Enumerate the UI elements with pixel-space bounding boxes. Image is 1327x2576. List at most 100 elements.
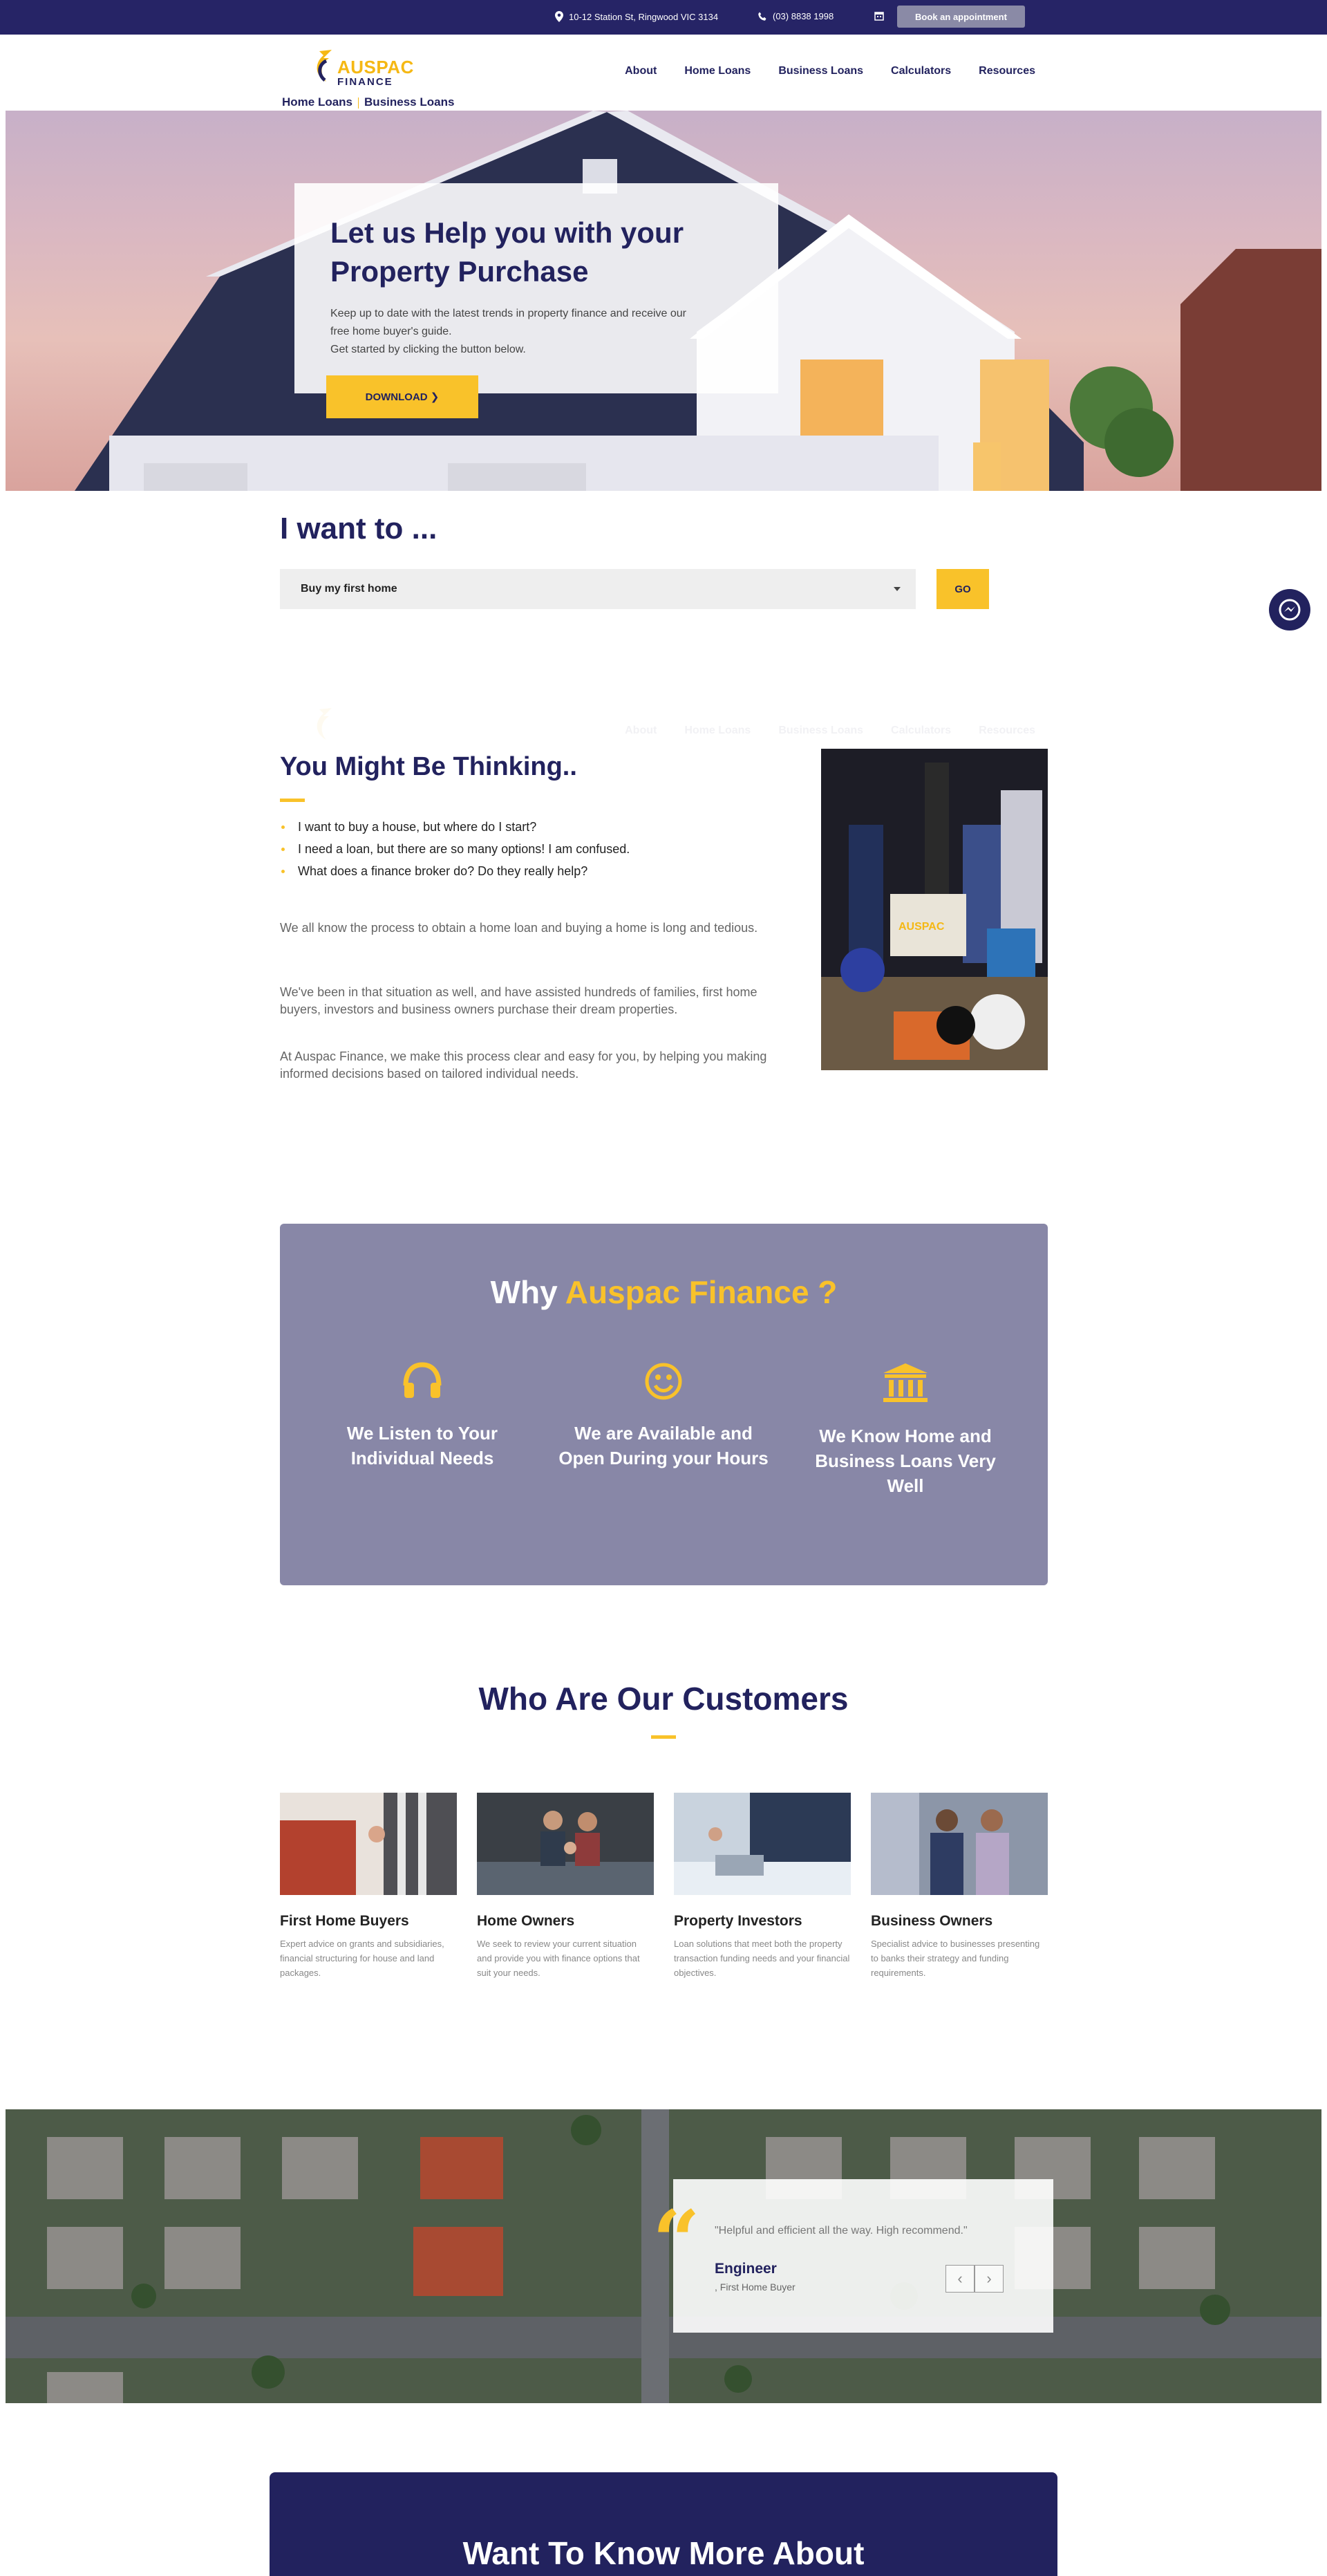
hero-title-line1: Let us Help you with your — [330, 216, 684, 249]
customer-description: Loan solutions that meet both the proper… — [674, 1939, 850, 1978]
faded-nav: About Home Loans Business Loans Calculat… — [625, 725, 1035, 737]
headphones-icon — [403, 1362, 442, 1398]
logo-title: AUSPAC — [337, 57, 414, 77]
main-nav: About Home Loans Business Loans Calculat… — [625, 65, 1035, 77]
customer-name: Property Investors — [674, 1913, 802, 1929]
thinking-paragraph: We all know the process to obtain a home… — [280, 921, 758, 935]
calendar-icon — [874, 12, 884, 21]
logo-link-home-loans[interactable]: Home Loans — [282, 95, 352, 109]
customer-image — [280, 1793, 457, 1895]
customer-image — [477, 1793, 654, 1895]
nav-item-calculators[interactable]: Calculators — [891, 65, 951, 77]
list-item: What does a finance broker do? Do they r… — [280, 860, 630, 882]
go-button[interactable]: GO — [937, 569, 989, 609]
customer-card[interactable]: Business Owners Specialist advice to bus… — [871, 1793, 1048, 1980]
i-want-to-title: I want to ... — [280, 512, 437, 545]
investor-meeting-image — [674, 1793, 851, 1895]
customer-image — [674, 1793, 851, 1895]
testimonial-name: Engineer — [715, 2261, 777, 2277]
cta-title: Want To Know More About — [462, 2535, 865, 2571]
faded-nav-item: Home Loans — [684, 725, 751, 736]
testimonial-section: “ "Helpful and efficient all the way. Hi… — [6, 2109, 1321, 2403]
customer-description: We seek to review your current situation… — [477, 1939, 640, 1978]
messenger-chat-button[interactable] — [1269, 589, 1310, 631]
why-label: We are Available and Open During your Ho… — [558, 1423, 769, 1468]
faded-nav-item: About — [625, 725, 657, 736]
title-underline — [651, 1735, 676, 1739]
why-title-prefix: Why — [490, 1274, 565, 1310]
office-desk-image: AUSPAC — [821, 749, 1048, 1070]
why-column: We are Available and Open During your Ho… — [553, 1362, 774, 1471]
hero-text: Keep up to date with the latest trends i… — [330, 305, 742, 359]
book-appointment-button[interactable]: Book an appointment — [897, 6, 1025, 28]
phone-icon — [758, 12, 766, 21]
address-item: 10-12 Station St, Ringwood VIC 3134 — [555, 11, 718, 22]
why-title-accent: Auspac Finance ? — [565, 1274, 838, 1310]
top-bar: 10-12 Station St, Ringwood VIC 3134 (03)… — [0, 0, 1327, 35]
calendar-item — [874, 11, 884, 21]
download-button[interactable]: DOWNLOAD ❯ — [326, 375, 478, 418]
customer-card[interactable]: First Home Buyers Expert advice on grant… — [280, 1793, 457, 1980]
testimonial-quote: "Helpful and efficient all the way. High… — [715, 2225, 968, 2237]
address-text: 10-12 Station St, Ringwood VIC 3134 — [569, 11, 719, 22]
quote-icon: “ — [652, 2192, 701, 2290]
chevron-left-icon[interactable]: ‹ — [945, 2265, 975, 2293]
faded-nav-item: Calculators — [891, 725, 952, 736]
customer-description: Expert advice on grants and subsidiaries… — [280, 1939, 444, 1978]
logo-links: Home Loans Business Loans — [282, 95, 454, 109]
thinking-list: I want to buy a house, but where do I st… — [280, 816, 630, 882]
svg-text:AUSPAC: AUSPAC — [898, 921, 945, 933]
messenger-icon — [1279, 599, 1301, 621]
testimonial-role: , First Home Buyer — [715, 2281, 796, 2293]
hero-card: Let us Help you with your Property Purch… — [294, 183, 778, 393]
nav-item-business-loans[interactable]: Business Loans — [778, 65, 863, 77]
chevron-right-icon[interactable]: › — [975, 2265, 1004, 2293]
why-label: We Know Home and Business Loans Very Wel… — [815, 1426, 996, 1496]
nav-item-about[interactable]: About — [625, 65, 657, 77]
goal-select[interactable]: Buy my first home — [280, 569, 916, 609]
bank-icon — [883, 1363, 928, 1402]
house-keys-image — [280, 1793, 457, 1895]
logo-arrow-icon — [317, 708, 332, 740]
divider — [358, 97, 359, 109]
customers-title: Who Are Our Customers — [478, 1681, 849, 1717]
list-item: I need a loan, but there are so many opt… — [280, 838, 630, 860]
hero-text-line3: Get started by clicking the button below… — [330, 344, 526, 355]
title-underline — [280, 799, 305, 802]
nav-item-resources[interactable]: Resources — [979, 65, 1035, 77]
list-item: I want to buy a house, but where do I st… — [280, 816, 630, 838]
goal-select-value: Buy my first home — [301, 583, 397, 595]
faded-nav-item: Business Loans — [778, 725, 864, 736]
customer-image — [871, 1793, 1048, 1895]
logo-link-business-loans[interactable]: Business Loans — [364, 95, 454, 109]
customer-description: Specialist advice to businesses presenti… — [871, 1939, 1040, 1978]
nav-item-home-loans[interactable]: Home Loans — [684, 65, 751, 77]
customer-name: Home Owners — [477, 1913, 575, 1929]
business-people-image — [871, 1793, 1048, 1895]
faded-header: About Home Loans Business Loans Calculat… — [0, 697, 1327, 773]
why-title: Why Auspac Finance ? — [280, 1273, 1048, 1311]
thinking-title: You Might Be Thinking.. — [280, 752, 577, 781]
why-section: Why Auspac Finance ? We Listen to Your I… — [280, 1224, 1048, 1585]
customer-name: First Home Buyers — [280, 1913, 409, 1929]
family-image — [477, 1793, 654, 1895]
hero-text-line1: Keep up to date with the latest trends i… — [330, 308, 686, 319]
smiley-icon — [645, 1363, 682, 1400]
chevron-down-icon — [894, 587, 901, 591]
hero-banner: Let us Help you with your Property Purch… — [6, 111, 1321, 491]
thinking-paragraph: At Auspac Finance, we make this process … — [280, 1049, 767, 1081]
faded-nav-item: Resources — [979, 725, 1035, 736]
hero-title: Let us Help you with your Property Purch… — [330, 214, 742, 291]
carousel-controls: ‹ › — [945, 2265, 1004, 2293]
phone-text: (03) 8838 1998 — [773, 11, 834, 21]
logo[interactable]: AUSPAC FINANCE Home Loans Business Loans — [282, 40, 454, 109]
why-column: We Listen to Your Individual Needs — [312, 1362, 533, 1471]
map-pin-icon — [555, 11, 563, 22]
thinking-paragraph: We've been in that situation as well, an… — [280, 985, 757, 1016]
phone-item[interactable]: (03) 8838 1998 — [757, 11, 834, 21]
customer-card[interactable]: Home Owners We seek to review your curre… — [477, 1793, 654, 1980]
office-photo: AUSPAC — [821, 749, 1048, 1070]
customer-card[interactable]: Property Investors Loan solutions that m… — [674, 1793, 851, 1980]
logo-arrow-icon — [317, 50, 332, 82]
hero-text-line2: free home buyer's guide. — [330, 326, 452, 337]
